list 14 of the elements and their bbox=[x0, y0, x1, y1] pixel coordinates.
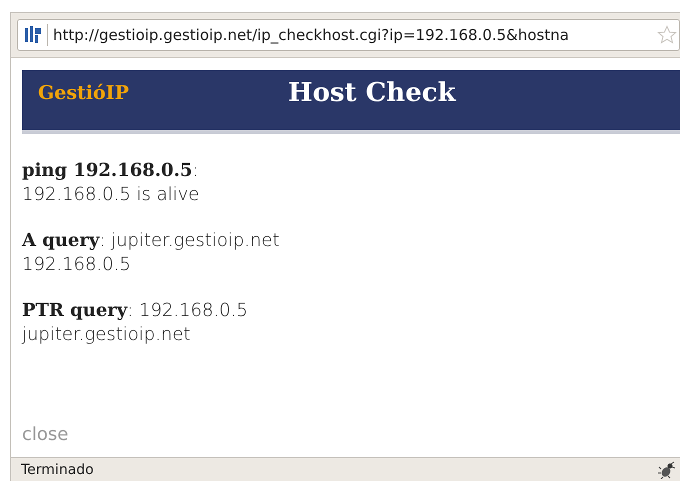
result-value: jupiter.gestioip.net bbox=[22, 323, 192, 347]
star-icon[interactable] bbox=[657, 25, 677, 45]
result-heading: A query: jupiter.gestioip.net bbox=[22, 229, 281, 253]
page-title: Host Check bbox=[288, 78, 456, 108]
logo-text: GestióIP bbox=[38, 82, 130, 104]
url-text: http://gestioip.gestioip.net/ip_checkhost.cgi?ip=192.168.0.5&hostna bbox=[53, 26, 570, 44]
site-icon bbox=[24, 25, 42, 45]
status-text: Terminado bbox=[21, 462, 94, 478]
result-heading: PTR query: 192.168.0.5 bbox=[22, 299, 249, 323]
result-value: 192.168.0.5 bbox=[22, 253, 132, 277]
result-value: 192.168.0.5 is alive bbox=[22, 183, 200, 207]
address-bar[interactable]: http://gestioip.gestioip.net/ip_checkhost.cgi?ip=192.168.0.5&hostna bbox=[17, 19, 680, 51]
result-heading: ping 192.168.0.5: bbox=[22, 159, 200, 183]
bug-icon bbox=[658, 461, 676, 479]
